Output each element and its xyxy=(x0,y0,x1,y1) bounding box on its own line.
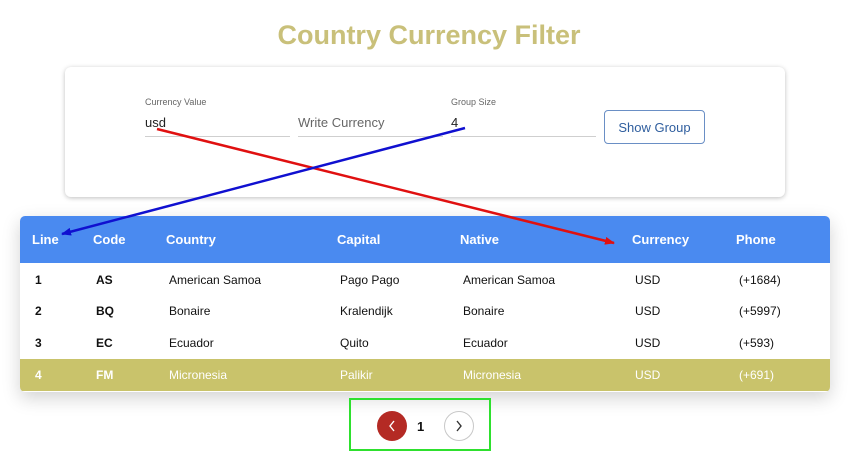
cell-line: 4 xyxy=(35,368,42,382)
cell-phone: (+1684) xyxy=(739,272,781,287)
column-header-capital[interactable]: Capital xyxy=(325,216,448,263)
cell-country: Ecuador xyxy=(169,336,214,350)
table-row[interactable]: 2 BQ Bonaire Kralendijk Bonaire USD (+59… xyxy=(20,295,830,327)
cell-currency: USD xyxy=(635,272,661,287)
column-header-country[interactable]: Country xyxy=(154,216,325,263)
cell-code: AS xyxy=(96,272,113,287)
table-row[interactable]: 3 EC Ecuador Quito Ecuador USD (+593) xyxy=(20,327,830,359)
cell-code: EC xyxy=(96,336,113,350)
cell-capital: Quito xyxy=(340,336,369,350)
cell-code: BQ xyxy=(96,304,114,318)
group-size-input[interactable] xyxy=(451,109,596,137)
cell-line: 2 xyxy=(35,304,42,318)
cell-code: FM xyxy=(96,368,114,382)
pagination: 1 xyxy=(349,398,491,451)
cell-phone: (+593) xyxy=(739,336,775,350)
cell-currency: USD xyxy=(635,304,661,318)
current-page-number[interactable]: 1 xyxy=(417,419,424,434)
write-currency-input[interactable] xyxy=(298,109,443,137)
cell-phone: (+5997) xyxy=(739,304,781,318)
previous-page-button[interactable] xyxy=(377,411,407,441)
chevron-right-icon xyxy=(456,420,462,432)
group-size-label: Group Size xyxy=(451,97,497,107)
column-header-code[interactable]: Code xyxy=(81,216,154,263)
currency-value-input[interactable] xyxy=(145,109,290,137)
column-header-line[interactable]: Line xyxy=(20,216,81,263)
cell-capital: Pago Pago xyxy=(340,272,400,287)
cell-capital: Palikir xyxy=(340,368,373,382)
cell-line: 3 xyxy=(35,336,42,350)
filter-card: Currency Value Group Size Show Group xyxy=(65,67,785,197)
cell-country: American Samoa xyxy=(169,272,262,287)
cell-currency: USD xyxy=(635,336,661,350)
cell-currency: USD xyxy=(635,368,661,382)
column-header-currency[interactable]: Currency xyxy=(620,216,724,263)
cell-native: Micronesia xyxy=(463,368,522,382)
table-header-row: Line Code Country Capital Native Currenc… xyxy=(20,216,830,263)
cell-phone: (+691) xyxy=(739,368,775,382)
currency-value-label: Currency Value xyxy=(145,97,207,107)
show-group-button[interactable]: Show Group xyxy=(604,110,705,144)
chevron-left-icon xyxy=(389,420,395,432)
country-table: Line Code Country Capital Native Currenc… xyxy=(20,216,830,392)
cell-native: Ecuador xyxy=(463,336,508,350)
cell-country: Bonaire xyxy=(169,304,211,318)
cell-country: Micronesia xyxy=(169,368,228,382)
column-header-native[interactable]: Native xyxy=(448,216,620,263)
cell-native: American Samoa xyxy=(463,272,556,287)
table-row[interactable]: 1 AS American Samoa Pago Pago American S… xyxy=(20,263,830,295)
cell-line: 1 xyxy=(35,272,42,287)
next-page-button[interactable] xyxy=(444,411,474,441)
cell-capital: Kralendijk xyxy=(340,304,393,318)
column-header-phone[interactable]: Phone xyxy=(724,216,830,263)
cell-native: Bonaire xyxy=(463,304,505,318)
page-title: Country Currency Filter xyxy=(277,20,581,50)
table-row-selected[interactable]: 4 FM Micronesia Palikir Micronesia USD (… xyxy=(20,359,830,391)
